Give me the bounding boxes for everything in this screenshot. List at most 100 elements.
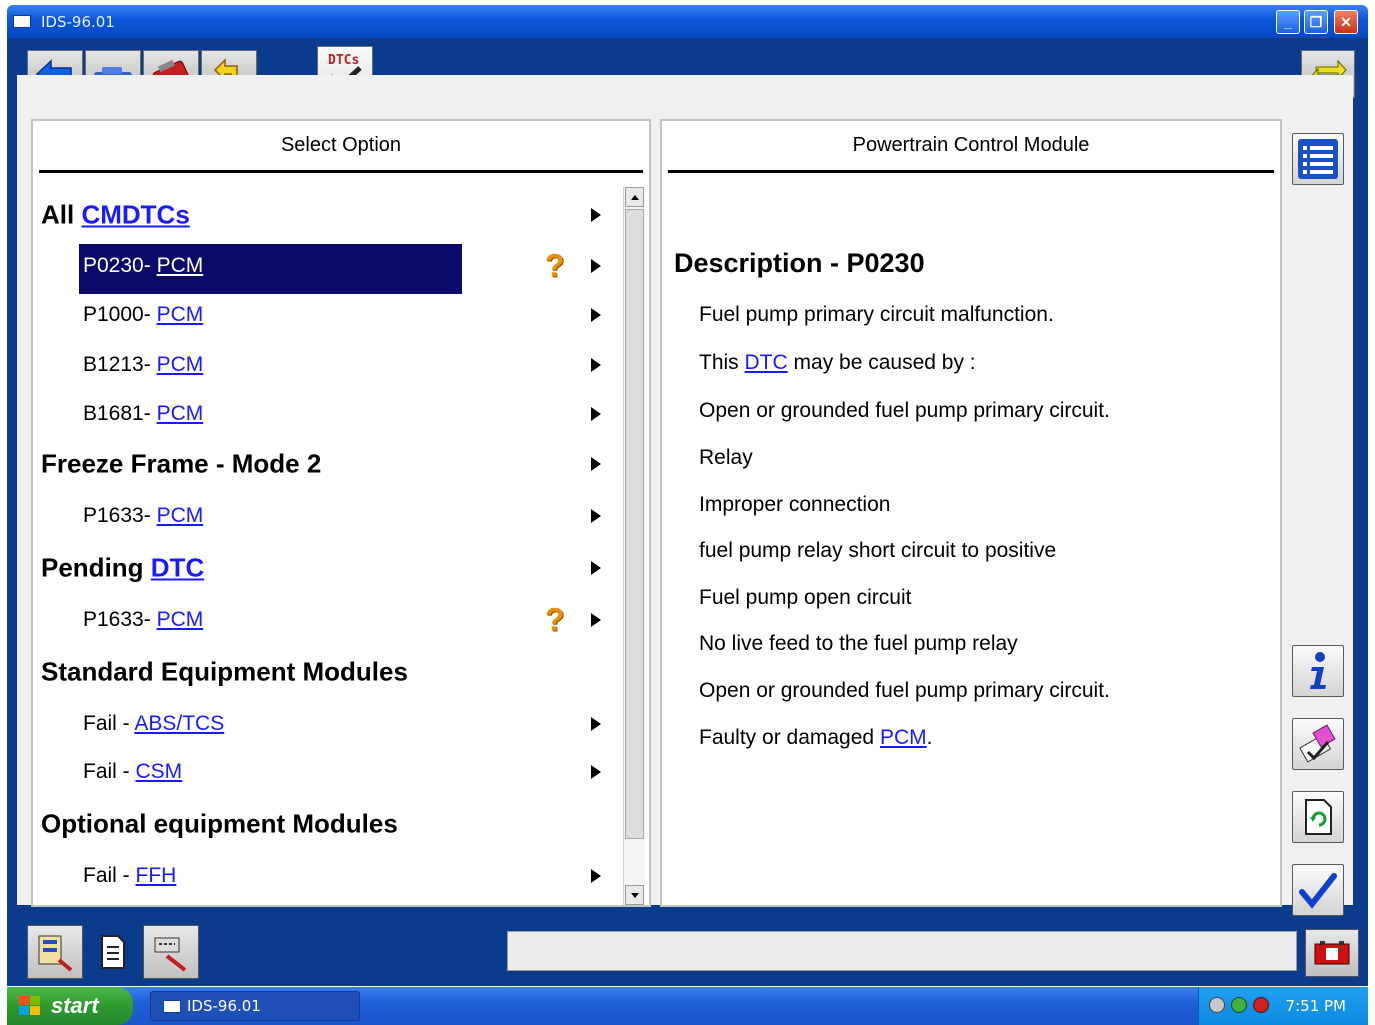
refresh-page-button[interactable] <box>1292 791 1344 843</box>
expand-arrow-icon[interactable] <box>591 869 601 883</box>
list-heading[interactable]: Freeze Frame - Mode 2 <box>33 440 623 488</box>
info-button[interactable] <box>1292 645 1344 697</box>
list-item[interactable]: Fail - ABS/TCS <box>33 700 623 748</box>
clock: 7:51 PM <box>1285 997 1346 1015</box>
expand-arrow-icon[interactable] <box>591 259 601 273</box>
list-item[interactable]: B1681- PCM <box>33 390 623 438</box>
list-row-text: Freeze Frame - Mode 2 <box>41 448 322 479</box>
start-button[interactable]: start <box>7 987 133 1025</box>
checkmark-icon <box>1299 873 1337 909</box>
description-line: fuel pump relay short circuit to positiv… <box>699 539 1056 563</box>
description-line: Relay <box>699 446 753 470</box>
erase-button[interactable] <box>1292 718 1344 770</box>
description-text: Faulty or damaged <box>699 726 880 749</box>
description-text: fuel pump relay short circuit to positiv… <box>699 539 1057 562</box>
list-row-link[interactable]: CMDTCs <box>81 200 189 230</box>
session-button[interactable] <box>27 925 83 979</box>
list-row-link[interactable]: PCM <box>157 303 204 326</box>
scroll-thumb[interactable] <box>625 209 644 839</box>
list-row-label: P0230- PCM <box>83 254 203 278</box>
list-item[interactable]: Fail - CSM <box>33 748 623 796</box>
expand-arrow-icon[interactable] <box>591 717 601 731</box>
description-text: Fuel pump primary circuit malfunction. <box>699 303 1054 326</box>
list-heading[interactable]: All CMDTCs <box>33 191 623 239</box>
list-item[interactable]: P0230- PCM? <box>33 242 623 294</box>
battery-icon <box>1314 941 1350 965</box>
restore-button[interactable]: ❐ <box>1304 10 1328 34</box>
list-item[interactable]: B1213- PCM <box>33 341 623 389</box>
cable-button[interactable] <box>143 925 199 979</box>
list-item[interactable]: P1633- PCM <box>33 492 623 540</box>
list-row-link[interactable]: PCM <box>157 504 204 527</box>
window-title: IDS-96.01 <box>41 13 115 31</box>
content-area: Select Option All CMDTCs P0230- PCM? P1000… <box>17 75 1353 907</box>
close-button[interactable]: ✕ <box>1334 10 1358 34</box>
page-refresh-icon <box>1305 799 1332 835</box>
taskbar: start IDS-96.01 7:51 PM <box>7 987 1368 1025</box>
description-text: Fuel pump open circuit <box>699 586 912 609</box>
list-row-link[interactable]: CSM <box>136 760 183 783</box>
list-heading[interactable]: Standard Equipment Modules <box>33 648 623 696</box>
list-item[interactable]: P1000- PCM <box>33 291 623 339</box>
confirm-button[interactable] <box>1292 864 1344 916</box>
tray-volume-icon[interactable] <box>1209 997 1225 1013</box>
battery-button[interactable] <box>1305 929 1359 977</box>
list-row-text: Fail - <box>83 712 135 735</box>
list-row-label: Standard Equipment Modules <box>41 657 408 688</box>
description-text: Open or grounded fuel pump primary circu… <box>699 399 1110 422</box>
expand-arrow-icon[interactable] <box>591 358 601 372</box>
minimize-button[interactable]: _ <box>1276 10 1300 34</box>
tray-security-icon[interactable] <box>1253 997 1269 1013</box>
description-line: This DTC may be caused by : <box>699 351 976 375</box>
list-button[interactable] <box>1292 133 1344 185</box>
expand-arrow-icon[interactable] <box>591 765 601 779</box>
list-row-link[interactable]: PCM <box>157 254 204 277</box>
windows-logo-icon <box>19 996 40 1015</box>
info-icon <box>1310 652 1326 689</box>
description-link[interactable]: PCM <box>880 726 927 749</box>
description-line: Open or grounded fuel pump primary circu… <box>699 399 1110 423</box>
list-row-label: P1633- PCM <box>83 504 203 528</box>
list-row-link[interactable]: ABS/TCS <box>134 712 224 735</box>
description-text: Relay <box>699 446 753 469</box>
scrollbar[interactable] <box>623 187 645 905</box>
description-link[interactable]: DTC <box>745 351 788 374</box>
scroll-down-button[interactable] <box>625 885 644 905</box>
list-row-label: B1681- PCM <box>83 402 203 426</box>
help-question-icon[interactable]: ? <box>545 602 565 639</box>
list-row-label: B1213- PCM <box>83 353 203 377</box>
list-row-text: Standard Equipment Modules <box>41 656 408 687</box>
tray-network-icon[interactable] <box>1231 997 1247 1013</box>
scroll-up-button[interactable] <box>625 187 644 207</box>
select-option-panel: Select Option All CMDTCs P0230- PCM? P1000… <box>31 119 651 907</box>
list-icon <box>1298 139 1338 179</box>
list-row-link[interactable]: DTC <box>151 553 204 583</box>
help-question-icon[interactable]: ? <box>545 248 565 285</box>
expand-arrow-icon[interactable] <box>591 407 601 421</box>
list-row-label: Pending DTC <box>41 553 204 584</box>
description-text: This <box>699 351 745 374</box>
list-heading[interactable]: Pending DTC <box>33 544 623 592</box>
list-row-text: B1213- <box>83 353 157 376</box>
powertrain-panel: Powertrain Control Module Description - … <box>660 119 1282 907</box>
list-heading[interactable]: Optional equipment Modules <box>33 800 623 848</box>
expand-arrow-icon[interactable] <box>591 613 601 627</box>
taskbar-item-ids[interactable]: IDS-96.01 <box>150 991 360 1021</box>
list-item[interactable]: Fail - FFH <box>33 852 623 900</box>
list-row-link[interactable]: PCM <box>157 402 204 425</box>
expand-arrow-icon[interactable] <box>591 208 601 222</box>
document-button[interactable] <box>85 925 141 979</box>
list-row-label: P1000- PCM <box>83 303 203 327</box>
expand-arrow-icon[interactable] <box>591 561 601 575</box>
list-item[interactable]: P1633- PCM? <box>33 596 623 644</box>
list-row-link[interactable]: FFH <box>136 864 177 887</box>
system-tray: 7:51 PM <box>1198 987 1368 1025</box>
expand-arrow-icon[interactable] <box>591 509 601 523</box>
description-text: Improper connection <box>699 493 891 516</box>
expand-arrow-icon[interactable] <box>591 308 601 322</box>
list-row-label: Fail - ABS/TCS <box>83 712 224 736</box>
list-row-text: P1000- <box>83 303 157 326</box>
list-row-link[interactable]: PCM <box>157 353 204 376</box>
list-row-link[interactable]: PCM <box>157 608 204 631</box>
expand-arrow-icon[interactable] <box>591 457 601 471</box>
